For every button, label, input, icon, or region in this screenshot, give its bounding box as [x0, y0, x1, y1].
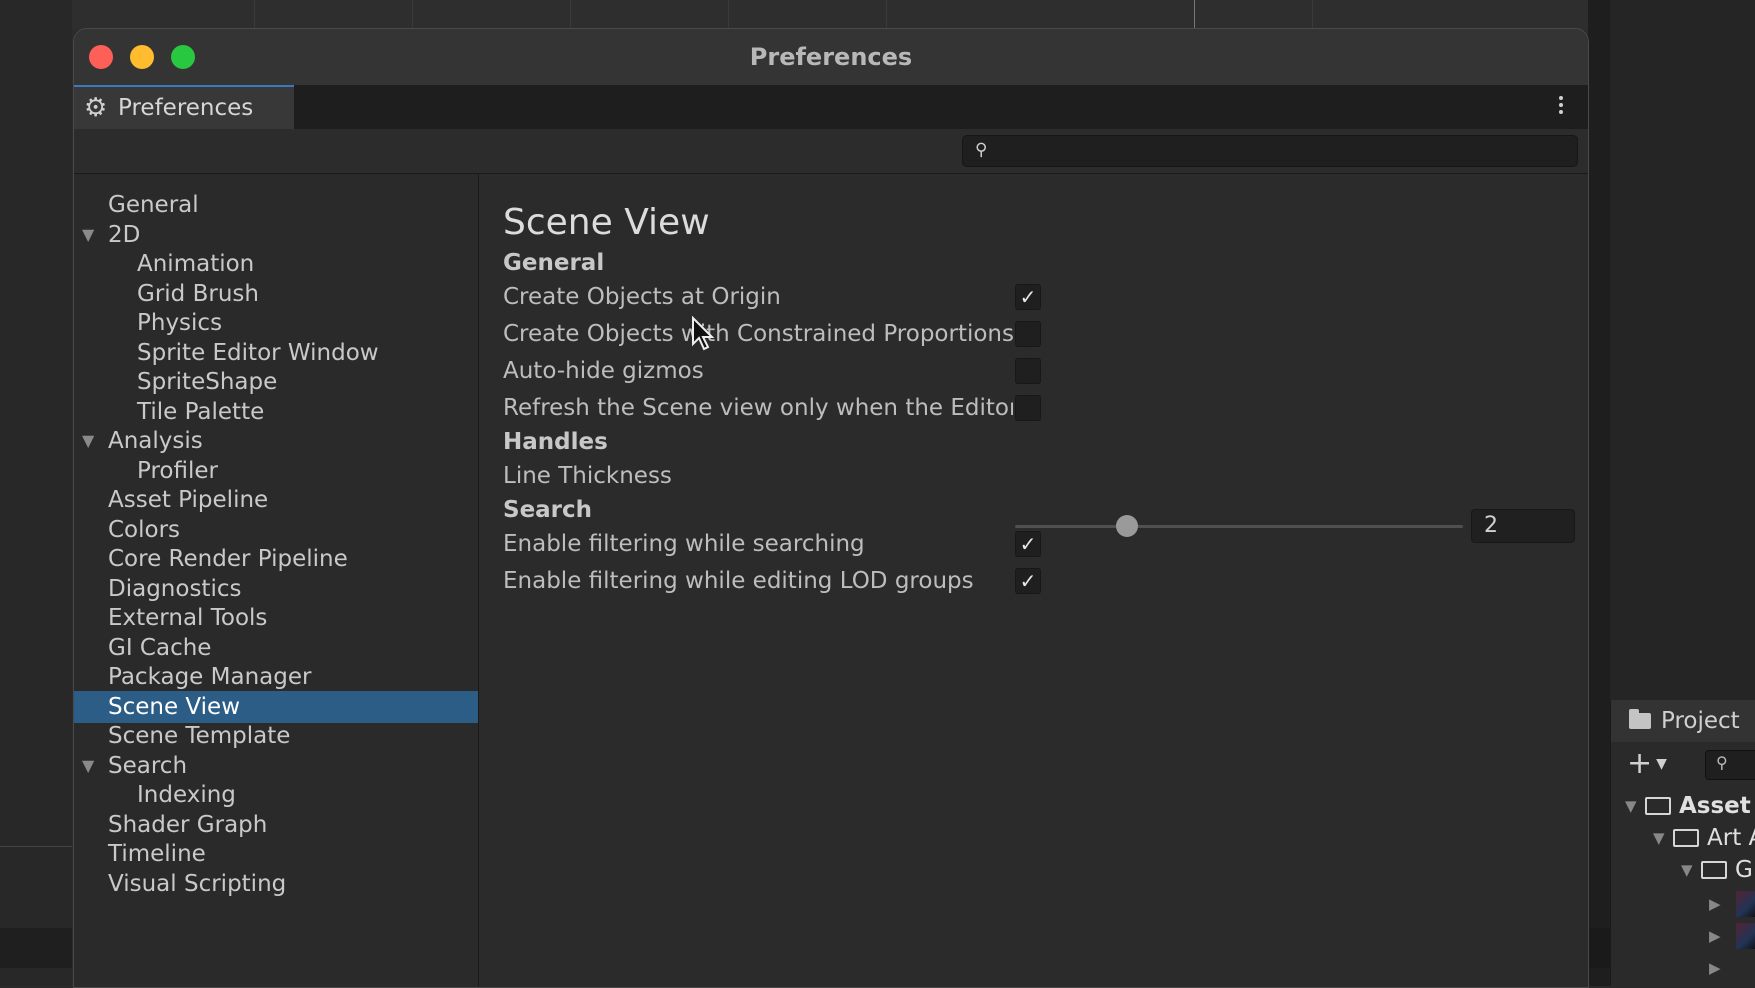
sidebar-item-indexing[interactable]: Indexing [74, 779, 478, 811]
search-toolbar: ⚲ [74, 129, 1588, 174]
tree-item-art[interactable]: ▼ Art A [1653, 822, 1755, 854]
auto-hide-gizmos-label: Auto-hide gizmos [503, 358, 704, 384]
section-header-search: Search [503, 497, 593, 523]
expand-triangle-icon[interactable]: ▼ [82, 425, 94, 457]
section-header-handles: Handles [503, 429, 608, 455]
asset-thumbnail [1736, 923, 1755, 949]
tab-label: Preferences [118, 95, 254, 121]
open-folder-icon [1701, 861, 1727, 879]
gear-icon: ⚙ [84, 93, 108, 123]
tab-bar: ⚙ Preferences [74, 85, 1588, 129]
sidebar-item-core-render-pipeline[interactable]: Core Render Pipeline [74, 543, 478, 575]
sidebar-item-sprite-editor-window[interactable]: Sprite Editor Window [74, 337, 478, 369]
sidebar-item-general[interactable]: General [74, 189, 478, 221]
sidebar-item-animation[interactable]: Animation [74, 248, 478, 280]
expand-triangle-icon[interactable]: ▼ [1625, 797, 1645, 815]
project-tab[interactable]: Project [1611, 700, 1755, 742]
search-field[interactable]: ⚲ [962, 135, 1578, 167]
tree-item-collapsed[interactable]: ▶ [1709, 920, 1729, 952]
mouse-cursor-icon [692, 316, 715, 351]
refresh-scene-view-label: Refresh the Scene view only when the Edi… [503, 395, 1013, 421]
search-icon: ⚲ [1716, 753, 1728, 772]
sidebar-item-asset-pipeline[interactable]: Asset Pipeline [74, 484, 478, 516]
create-objects-constrained-checkbox[interactable] [1015, 321, 1041, 347]
editor-right-gutter [1588, 0, 1610, 986]
sidebar-item-search[interactable]: ▼ Search [74, 750, 478, 782]
auto-hide-gizmos-checkbox[interactable] [1015, 358, 1041, 384]
collapse-triangle-icon[interactable]: ▶ [1709, 927, 1729, 945]
project-tab-label: Project [1661, 708, 1740, 734]
sidebar-item-external-tools[interactable]: External Tools [74, 602, 478, 634]
tree-item-collapsed[interactable]: ▶ [1709, 888, 1729, 920]
line-thickness-slider-handle[interactable] [1116, 515, 1138, 537]
window-title: Preferences [749, 43, 913, 71]
collapse-triangle-icon[interactable]: ▶ [1709, 959, 1729, 977]
sidebar-item-physics[interactable]: Physics [74, 307, 478, 339]
editor-bottom-bar [0, 928, 72, 968]
create-objects-origin-label: Create Objects at Origin [503, 284, 781, 310]
tab-preferences[interactable]: ⚙ Preferences [74, 85, 294, 129]
sidebar-item-shader-graph[interactable]: Shader Graph [74, 809, 478, 841]
dropdown-caret-icon[interactable]: ▼ [1656, 756, 1667, 772]
line-thickness-slider-track[interactable] [1015, 525, 1463, 528]
sidebar-item-2d[interactable]: ▼ 2D [74, 219, 478, 251]
sidebar-item-grid-brush[interactable]: Grid Brush [74, 278, 478, 310]
sidebar-item-timeline[interactable]: Timeline [74, 838, 478, 870]
line-thickness-value-field[interactable]: 2 [1471, 509, 1575, 543]
enable-filtering-searching-label: Enable filtering while searching [503, 531, 865, 557]
editor-divider [0, 846, 72, 847]
folder-icon [1629, 709, 1651, 729]
sidebar-item-visual-scripting[interactable]: Visual Scripting [74, 868, 478, 900]
editor-left-panel [0, 0, 72, 986]
tree-item-assets[interactable]: ▼ Asset [1625, 790, 1751, 822]
tree-item-g[interactable]: ▼ G [1681, 854, 1753, 886]
more-options-icon[interactable] [1558, 93, 1564, 119]
expand-triangle-icon[interactable]: ▼ [1653, 829, 1673, 847]
sidebar-item-profiler[interactable]: Profiler [74, 455, 478, 487]
open-folder-icon [1645, 797, 1671, 815]
sidebar-item-scene-view[interactable]: Scene View [74, 691, 478, 723]
create-objects-origin-checkbox[interactable]: ✓ [1015, 284, 1041, 310]
editor-right-panel [1610, 0, 1755, 700]
preferences-sidebar: General ▼ 2D Animation Grid Brush Physics… [74, 174, 479, 987]
add-icon[interactable]: + [1627, 749, 1652, 779]
editor-bottom-bar-right [1588, 928, 1610, 968]
tree-item-collapsed[interactable]: ▶ [1709, 952, 1729, 984]
refresh-scene-view-checkbox[interactable] [1015, 395, 1041, 421]
create-objects-constrained-label: Create Objects with Constrained Proporti… [503, 321, 1013, 347]
preferences-window: Preferences ⚙ Preferences ⚲ General ▼ 2D … [73, 28, 1589, 988]
expand-triangle-icon[interactable]: ▼ [1681, 861, 1701, 879]
section-header-general: General [503, 250, 605, 276]
open-folder-icon [1673, 829, 1699, 847]
sidebar-item-colors[interactable]: Colors [74, 514, 478, 546]
settings-content: Scene View General Create Objects at Ori… [479, 174, 1588, 987]
page-title: Scene View [503, 202, 710, 243]
expand-triangle-icon[interactable]: ▼ [82, 750, 94, 782]
editor-top-bar [0, 0, 1610, 30]
sidebar-item-analysis[interactable]: ▼ Analysis [74, 425, 478, 457]
sidebar-item-diagnostics[interactable]: Diagnostics [74, 573, 478, 605]
sidebar-item-gi-cache[interactable]: GI Cache [74, 632, 478, 664]
project-panel: Project + ▼ ⚲ ▼ Asset ▼ Art A ▼ G ▶ ▶ ▶ [1610, 700, 1755, 986]
sidebar-item-spriteshape[interactable]: SpriteShape [74, 366, 478, 398]
sidebar-item-package-manager[interactable]: Package Manager [74, 661, 478, 693]
sidebar-item-scene-template[interactable]: Scene Template [74, 720, 478, 752]
enable-filtering-searching-checkbox[interactable]: ✓ [1015, 531, 1041, 557]
project-search-field[interactable]: ⚲ [1705, 750, 1755, 780]
title-bar[interactable]: Preferences [74, 29, 1588, 85]
asset-thumbnail [1736, 891, 1755, 917]
enable-filtering-lod-checkbox[interactable]: ✓ [1015, 568, 1041, 594]
enable-filtering-lod-label: Enable filtering while editing LOD group… [503, 568, 974, 594]
search-input[interactable] [999, 138, 1563, 166]
search-icon: ⚲ [975, 140, 988, 160]
collapse-triangle-icon[interactable]: ▶ [1709, 895, 1729, 913]
expand-triangle-icon[interactable]: ▼ [82, 219, 94, 251]
sidebar-item-tile-palette[interactable]: Tile Palette [74, 396, 478, 428]
line-thickness-label: Line Thickness [503, 463, 672, 489]
